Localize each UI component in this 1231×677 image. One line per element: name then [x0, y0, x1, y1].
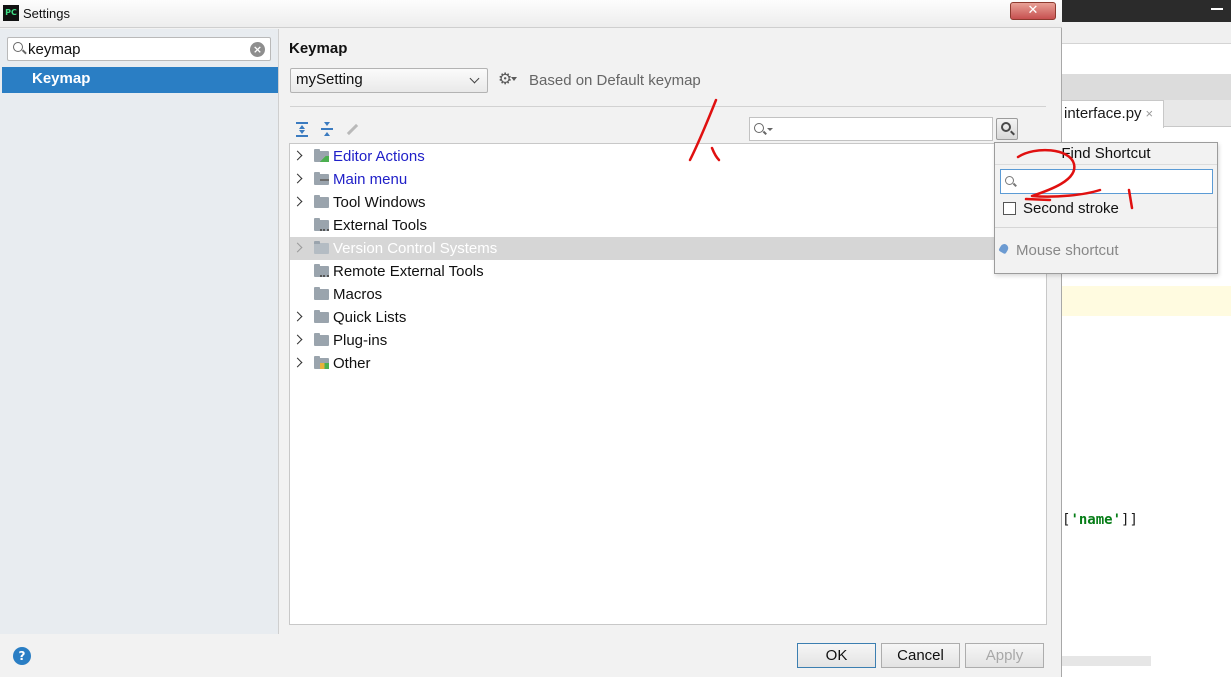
help-icon[interactable]: ? — [13, 647, 31, 665]
folder-icon — [314, 287, 329, 300]
editor-tab-interface-py[interactable]: interface.py × — [1062, 100, 1164, 128]
popup-title: Find Shortcut — [995, 143, 1217, 165]
tree-item-plug-ins[interactable]: Plug-ins — [290, 329, 1046, 352]
tree-item-label: Plug-ins — [333, 332, 388, 349]
dialog-title: Settings — [23, 6, 70, 21]
clear-search-icon[interactable]: × — [250, 42, 265, 57]
keymap-select[interactable]: mySetting — [290, 68, 488, 93]
search-icon — [1005, 176, 1014, 185]
tree-item-label: Main menu — [333, 171, 408, 188]
tree-item-external-tools[interactable]: External Tools — [290, 214, 1046, 237]
tree-item-label: Tool Windows — [333, 194, 426, 211]
chevron-right-icon[interactable] — [292, 196, 303, 207]
chevron-right-icon[interactable] — [292, 242, 303, 253]
second-stroke-checkbox[interactable] — [1003, 202, 1016, 215]
dialog-titlebar: PC Settings ✕ — [0, 0, 1062, 28]
tree-item-main-menu[interactable]: Main menu — [290, 168, 1046, 191]
folder-icon — [314, 356, 329, 369]
tree-item-label: Macros — [333, 286, 383, 303]
mouse-icon — [998, 242, 1010, 255]
second-stroke-label: Second stroke — [1023, 200, 1119, 217]
background-highlighted-line — [1062, 286, 1231, 316]
background-scrollbar[interactable] — [1062, 656, 1151, 666]
settings-search-input[interactable]: keymap × — [7, 37, 271, 61]
tree-item-other[interactable]: Other — [290, 352, 1046, 375]
keymap-select-value: mySetting — [296, 71, 363, 88]
cancel-button[interactable]: Cancel — [881, 643, 960, 668]
chevron-right-icon[interactable] — [292, 173, 303, 184]
find-shortcut-button[interactable] — [996, 118, 1018, 140]
tree-item-label: Quick Lists — [333, 309, 407, 326]
tree-item-label: Other — [333, 355, 371, 372]
folder-icon — [314, 172, 329, 185]
tree-item-remote-external-tools[interactable]: Remote External Tools — [290, 260, 1046, 283]
mouse-shortcut-button[interactable]: Mouse shortcut — [1016, 242, 1119, 259]
chevron-right-icon[interactable] — [292, 311, 303, 322]
folder-icon — [314, 333, 329, 346]
tree-item-label: Version Control Systems — [333, 240, 498, 257]
chevron-right-icon[interactable] — [292, 150, 303, 161]
apply-button[interactable]: Apply — [965, 643, 1044, 668]
settings-dialog: PC Settings ✕ keymap × Keymap Keymap myS… — [0, 0, 1062, 677]
minimize-icon[interactable] — [1211, 8, 1223, 10]
folder-icon — [314, 241, 329, 254]
tree-item-macros[interactable]: Macros — [290, 283, 1046, 306]
find-shortcut-popup: Find Shortcut Second stroke Mouse shortc… — [994, 142, 1218, 274]
folder-icon — [314, 310, 329, 323]
background-toolbar — [1062, 22, 1231, 44]
keymap-actions-tree: Editor Actions Main menu Tool Windows Ex… — [289, 143, 1047, 625]
settings-sidebar: keymap × Keymap — [0, 29, 279, 634]
chevron-right-icon[interactable] — [292, 334, 303, 345]
divider — [290, 106, 1046, 107]
folder-icon — [314, 218, 329, 231]
search-icon — [754, 123, 764, 133]
tree-item-tool-windows[interactable]: Tool Windows — [290, 191, 1046, 214]
page-title: Keymap — [289, 40, 348, 57]
gear-dropdown-caret-icon — [511, 77, 517, 81]
tree-item-label: External Tools — [333, 217, 427, 234]
background-code-line: ['name']] — [1062, 512, 1138, 528]
search-value: keymap — [28, 41, 81, 58]
tree-item-label: Remote External Tools — [333, 263, 484, 280]
folder-icon — [314, 149, 329, 162]
tab-close-icon[interactable]: × — [1146, 106, 1154, 121]
code-suffix: ]] — [1121, 512, 1138, 528]
expand-all-icon[interactable] — [294, 121, 310, 137]
tree-item-editor-actions[interactable]: Editor Actions — [290, 145, 1046, 168]
popup-divider — [995, 227, 1217, 228]
code-string: 'name' — [1070, 512, 1122, 528]
keymap-panel: Keymap mySetting ⚙ Based on Default keym… — [280, 29, 1058, 634]
pycharm-icon: PC — [3, 5, 19, 21]
shortcut-input[interactable] — [1000, 169, 1213, 194]
chevron-right-icon[interactable] — [292, 357, 303, 368]
tree-item-version-control-systems[interactable]: Version Control Systems — [290, 237, 1046, 260]
search-icon — [13, 42, 23, 52]
search-options-caret-icon[interactable] — [767, 128, 773, 131]
filter-search-input[interactable] — [749, 117, 993, 141]
background-navbar — [1062, 74, 1231, 100]
folder-icon — [314, 195, 329, 208]
background-titlebar — [1062, 0, 1231, 22]
tree-item-label: Editor Actions — [333, 148, 425, 165]
close-button[interactable]: ✕ — [1010, 2, 1056, 20]
chevron-down-icon — [469, 73, 480, 84]
based-on-label: Based on Default keymap — [529, 72, 701, 89]
editor-tab-label: interface.py — [1064, 105, 1142, 122]
collapse-all-icon[interactable] — [319, 121, 335, 137]
folder-icon — [314, 264, 329, 277]
background-ide-window: interface.py × ['name']] — [1062, 0, 1231, 677]
sidebar-item-keymap[interactable]: Keymap — [2, 67, 278, 93]
edit-icon[interactable] — [344, 121, 360, 137]
tree-item-quick-lists[interactable]: Quick Lists — [290, 306, 1046, 329]
ok-button[interactable]: OK — [797, 643, 876, 668]
